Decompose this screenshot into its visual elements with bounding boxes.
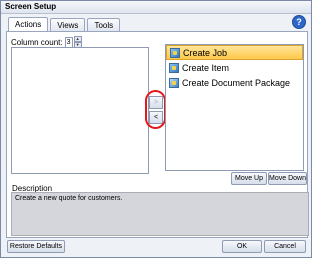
list-item-label: Create Item	[182, 62, 230, 73]
highlight-ring	[145, 90, 166, 129]
tab-tools[interactable]: Tools	[87, 18, 121, 32]
help-icon[interactable]: ?	[292, 15, 306, 29]
list-item-create-document-package[interactable]: Create Document Package	[166, 75, 303, 90]
document-package-icon	[169, 77, 179, 88]
list-item-label: Create Document Package	[182, 77, 291, 88]
tab-actions[interactable]: Actions	[8, 17, 49, 32]
available-actions-list[interactable]	[11, 47, 149, 174]
column-count-label: Column count:	[11, 37, 63, 47]
move-up-button[interactable]: Move Up	[231, 172, 267, 185]
restore-defaults-button[interactable]: Restore Defaults	[7, 240, 65, 253]
create-job-icon	[170, 47, 180, 58]
list-item-create-job[interactable]: Create Job	[166, 45, 303, 60]
list-item-label: Create Job	[183, 47, 228, 58]
actions-panel: Column count: 3 ▲ ▼ > < Create Job Creat…	[6, 31, 309, 238]
tab-strip: Actions Views Tools	[8, 16, 122, 32]
tab-views[interactable]: Views	[50, 18, 86, 32]
move-down-button[interactable]: Move Down	[268, 172, 307, 185]
screen-setup-dialog: Screen Setup Actions Views Tools ? Colum…	[0, 0, 312, 258]
dialog-title: Screen Setup	[1, 1, 311, 14]
list-item-create-item[interactable]: Create Item	[166, 60, 303, 75]
ok-button[interactable]: OK	[222, 240, 262, 253]
cancel-button[interactable]: Cancel	[264, 240, 306, 253]
description-box: Create a new quote for customers.	[11, 192, 309, 236]
create-item-icon	[169, 62, 179, 73]
column-count-input[interactable]: 3	[64, 36, 73, 48]
selected-actions-list[interactable]: Create Job Create Item Create Document P…	[165, 44, 304, 171]
